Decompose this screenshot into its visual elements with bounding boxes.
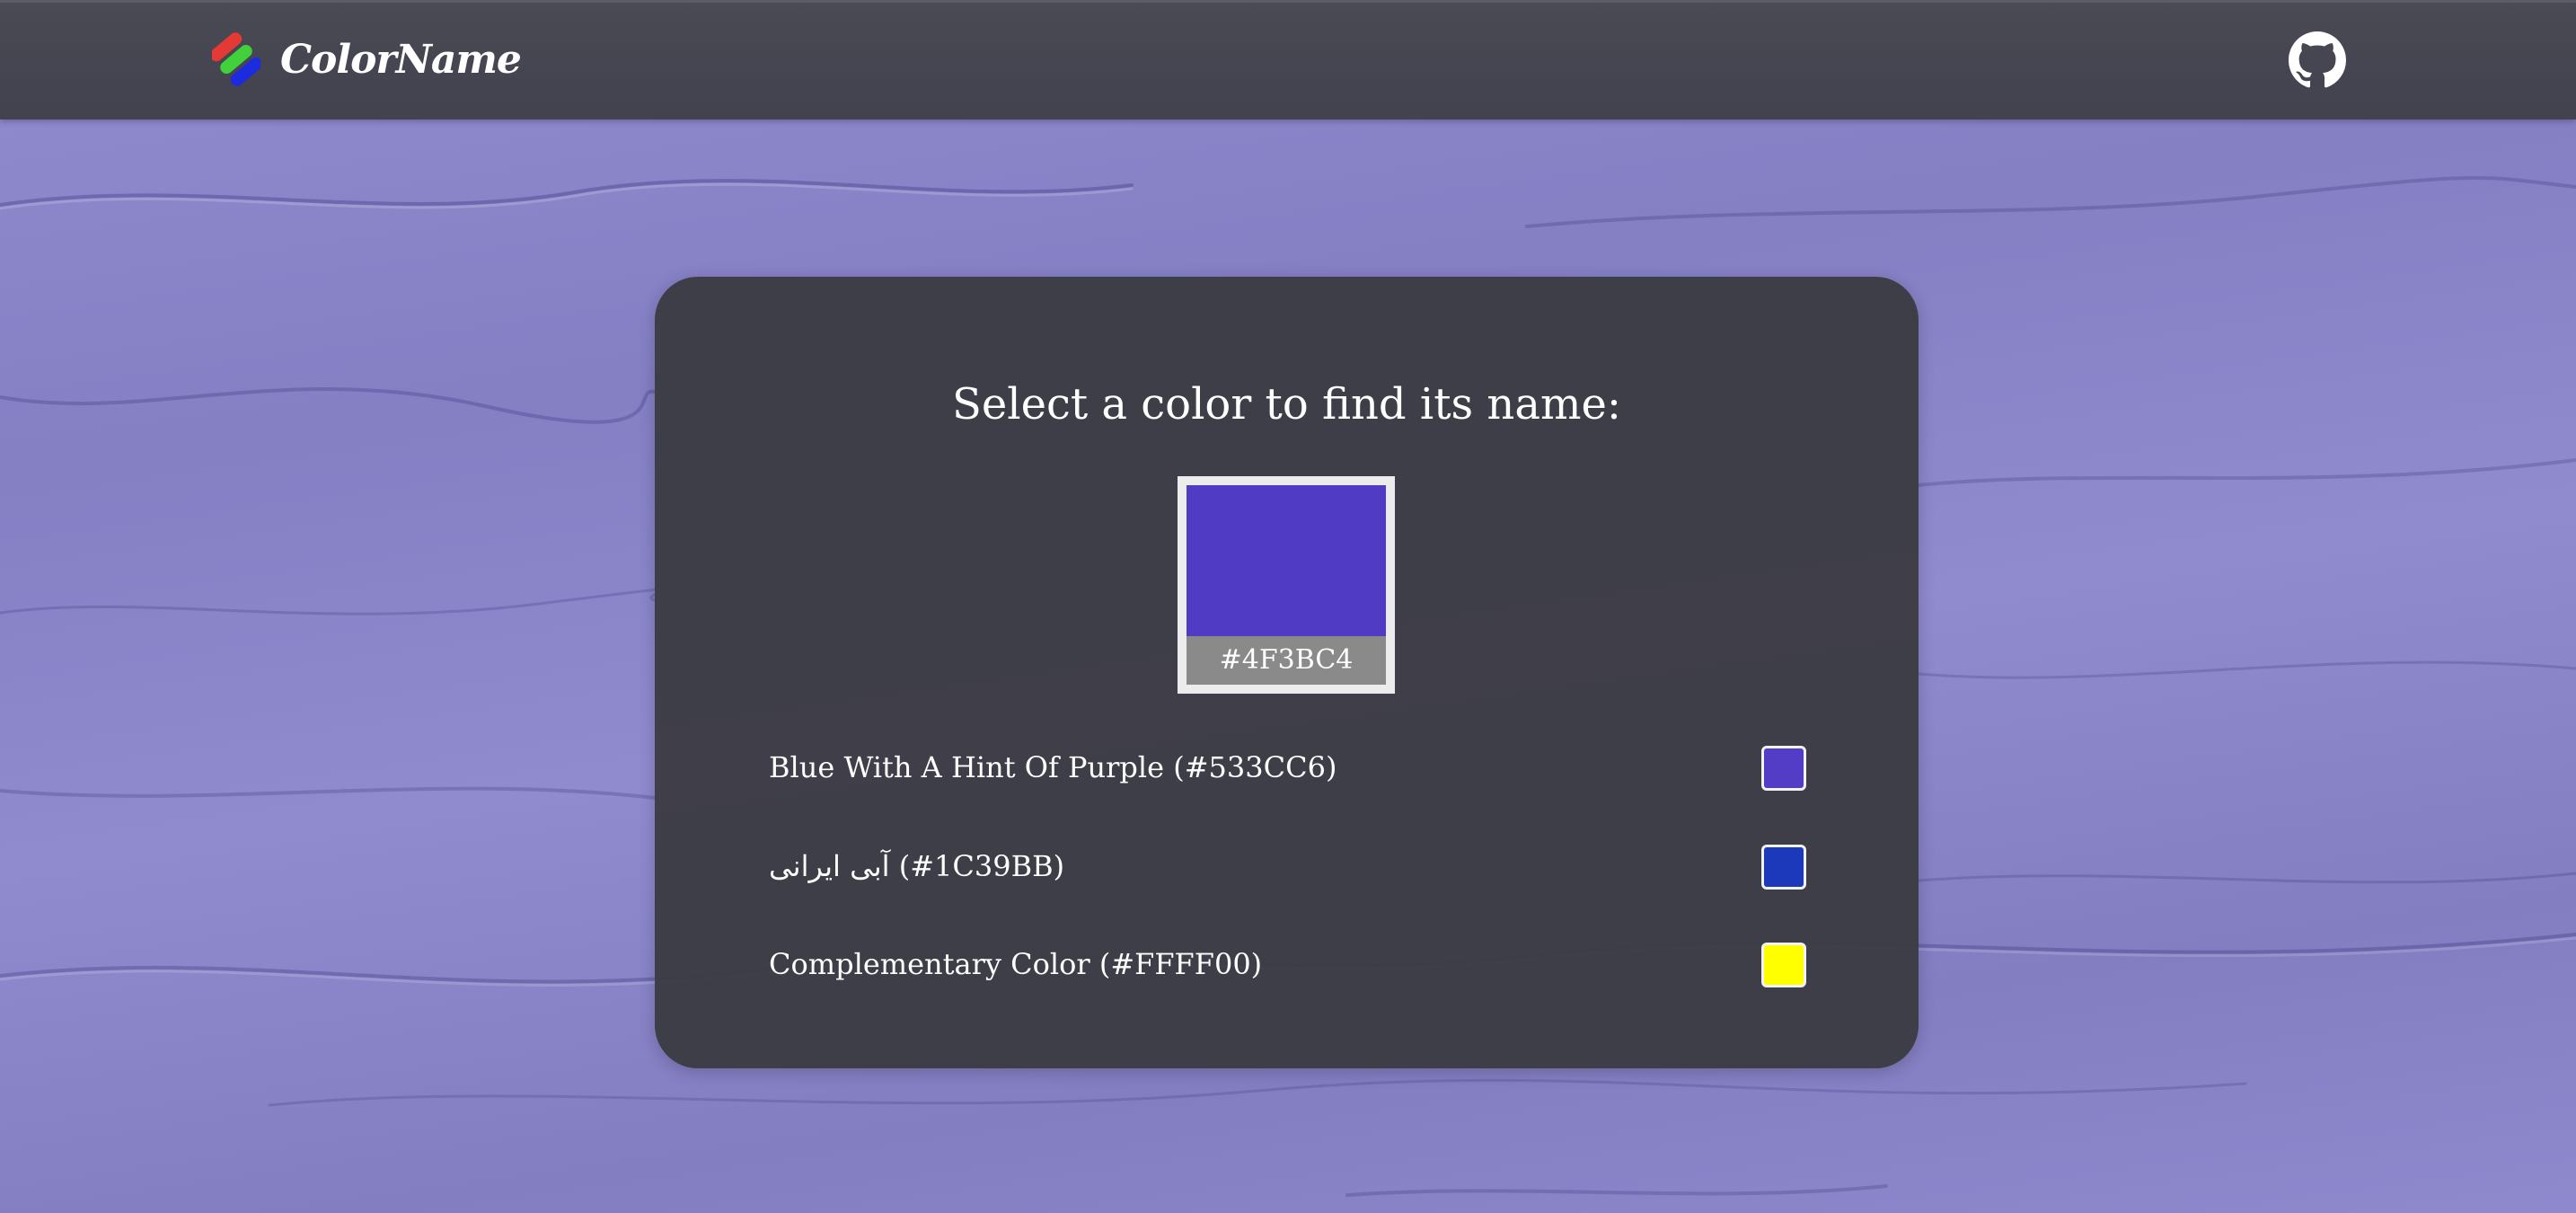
page-title: Select a color to find its name: <box>951 379 1622 429</box>
result-color-swatch[interactable] <box>1761 746 1806 791</box>
result-color-swatch[interactable] <box>1761 845 1806 890</box>
github-icon[interactable] <box>2289 31 2346 89</box>
complementary-color-swatch[interactable] <box>1761 943 1806 987</box>
result-label: آبی ایرانی (#1C39BB) <box>769 849 1065 883</box>
colorname-logo-icon <box>212 32 260 86</box>
result-label: Blue With A Hint Of Purple (#533CC6) <box>769 750 1337 784</box>
result-row: آبی ایرانی (#1C39BB) <box>769 839 1811 893</box>
result-label: Complementary Color (#FFFF00) <box>769 947 1263 981</box>
result-row: Complementary Color (#FFFF00) <box>769 937 1811 991</box>
color-finder-card: Select a color to find its name: #4F3BC4… <box>655 277 1919 1068</box>
selected-color-swatch[interactable] <box>1187 485 1386 636</box>
result-row: Blue With A Hint Of Purple (#533CC6) <box>769 740 1811 794</box>
brand-link[interactable]: ColorName <box>212 30 522 89</box>
selected-color-hex: #4F3BC4 <box>1187 636 1386 685</box>
color-picker[interactable]: #4F3BC4 <box>1178 476 1395 694</box>
brand-name: ColorName <box>280 36 522 83</box>
navbar: ColorName <box>0 0 2576 120</box>
